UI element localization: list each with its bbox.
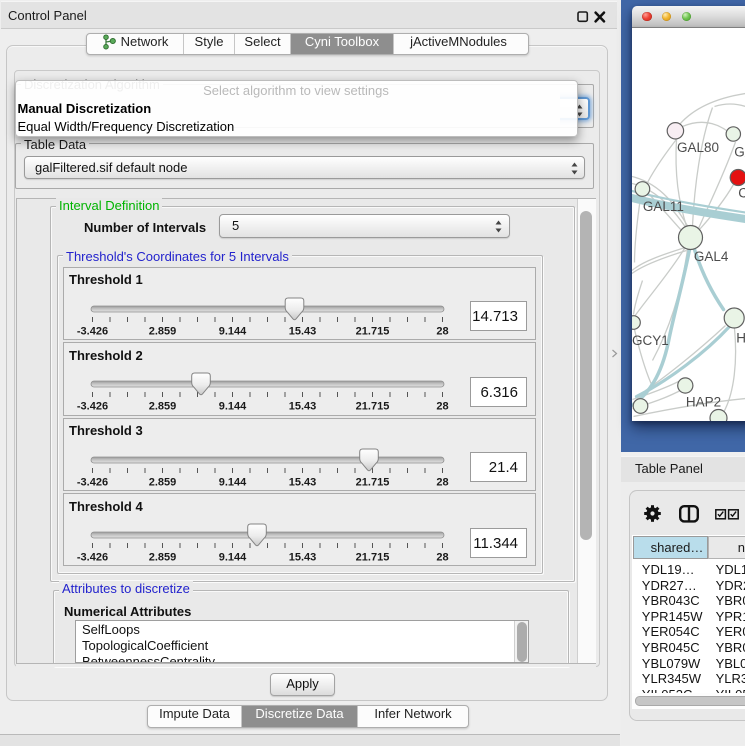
svg-text:28: 28 xyxy=(436,552,448,564)
svg-text:28: 28 xyxy=(436,325,448,337)
svg-text:21.715: 21.715 xyxy=(355,401,389,413)
svg-text:15.43: 15.43 xyxy=(288,325,316,337)
svg-text:28: 28 xyxy=(436,401,448,413)
svg-text:GAL1: GAL1 xyxy=(734,144,745,159)
svg-text:9.144: 9.144 xyxy=(218,325,246,337)
svg-text:GAL80: GAL80 xyxy=(677,140,719,155)
svg-text:GCY1: GCY1 xyxy=(632,333,669,348)
svg-text:CD: CD xyxy=(738,185,745,200)
svg-text:21.715: 21.715 xyxy=(355,552,389,564)
svg-text:2.859: 2.859 xyxy=(148,552,176,564)
svg-text:21.715: 21.715 xyxy=(355,325,389,337)
svg-text:HI: HI xyxy=(736,330,745,345)
svg-text:-3.426: -3.426 xyxy=(76,401,107,413)
svg-text:9.144: 9.144 xyxy=(218,552,246,564)
svg-text:28: 28 xyxy=(436,476,448,488)
svg-text:9.144: 9.144 xyxy=(218,401,246,413)
svg-text:15.43: 15.43 xyxy=(288,552,316,564)
svg-text:21.715: 21.715 xyxy=(355,476,389,488)
svg-text:9.144: 9.144 xyxy=(218,476,246,488)
svg-text:GAL4: GAL4 xyxy=(693,249,728,264)
svg-text:15.43: 15.43 xyxy=(288,401,316,413)
svg-text:2.859: 2.859 xyxy=(148,325,176,337)
svg-text:2.859: 2.859 xyxy=(148,401,176,413)
svg-text:-3.426: -3.426 xyxy=(76,325,107,337)
svg-text:15.43: 15.43 xyxy=(288,476,316,488)
svg-text:-3.426: -3.426 xyxy=(76,476,107,488)
svg-text:-3.426: -3.426 xyxy=(76,552,107,564)
svg-text:2.859: 2.859 xyxy=(148,476,176,488)
svg-text:GAL11: GAL11 xyxy=(642,199,683,214)
svg-text:HAP2: HAP2 xyxy=(685,394,720,409)
